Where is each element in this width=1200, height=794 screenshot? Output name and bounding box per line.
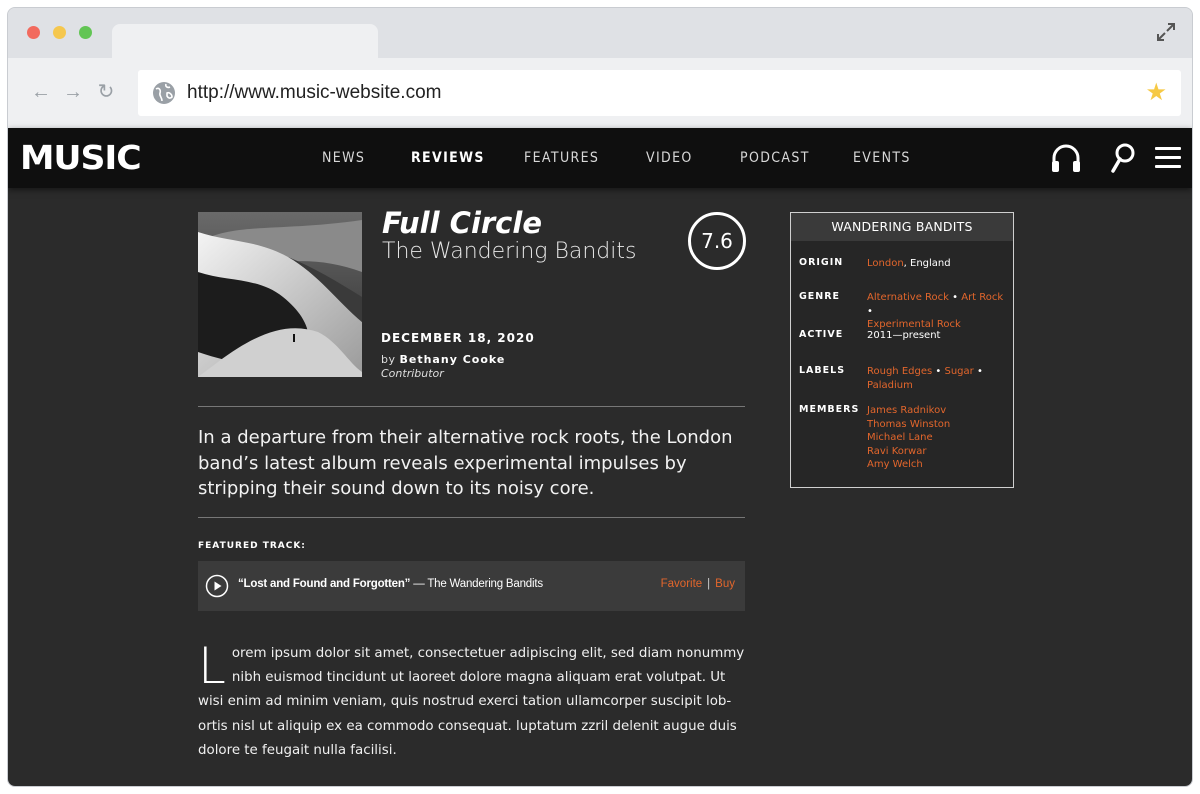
minimize-window-button[interactable] [53, 26, 66, 39]
globe-icon [153, 82, 175, 104]
actions-divider: | [707, 578, 711, 590]
bullet: • [976, 366, 983, 377]
review-body: Lorem ipsum dolor sit amet, consectetuer… [198, 637, 750, 763]
info-key: MEMBERS [799, 404, 860, 415]
headphones-icon[interactable] [1049, 141, 1083, 175]
drop-cap: L [198, 637, 226, 695]
member-link[interactable]: Ravi Korwar [867, 446, 926, 457]
album-title: Full Circle [382, 206, 542, 240]
body-paragraph: orem ipsum dolor sit amet, consectetuer … [198, 646, 745, 758]
info-key: GENRE [799, 291, 841, 302]
byline: by Bethany Cooke [381, 353, 505, 366]
album-artist[interactable]: The Wandering Bandits [382, 239, 636, 264]
genre-link[interactable]: Art Rock [961, 292, 1003, 303]
bullet: • [867, 305, 873, 317]
browser-toolbar: ← → ↻ http://www.music-website.com ★ [8, 58, 1192, 128]
bookmark-star-icon[interactable]: ★ [1145, 79, 1167, 107]
url-text[interactable]: http://www.music-website.com [187, 82, 441, 104]
zoom-window-button[interactable] [79, 26, 92, 39]
title-bar [8, 8, 1192, 58]
browser-window: ← → ↻ http://www.music-website.com ★ MUS… [7, 7, 1193, 787]
buy-link[interactable]: Buy [715, 578, 735, 590]
track-info: “Lost and Found and Forgotten” — The Wan… [238, 578, 543, 590]
expand-icon[interactable] [1156, 22, 1176, 42]
label-link[interactable]: Sugar [944, 366, 973, 377]
origin-link[interactable]: London [867, 258, 904, 269]
nav-features[interactable]: FEATURES [524, 150, 599, 166]
info-value: Rough Edges • Sugar • Paladium [867, 365, 1012, 392]
review-dek: In a departure from their alternative ro… [198, 427, 733, 499]
bullet: • [952, 292, 959, 303]
nav-events[interactable]: EVENTS [853, 150, 911, 166]
divider [198, 406, 745, 407]
nav-video[interactable]: VIDEO [646, 150, 693, 166]
featured-track-label: FEATURED TRACK: [198, 541, 306, 551]
label-link[interactable]: Paladium [867, 380, 913, 391]
search-icon[interactable] [1106, 141, 1140, 175]
member-link[interactable]: Michael Lane [867, 432, 933, 443]
site-logo[interactable]: MUSIC [20, 138, 142, 178]
site-header: MUSIC NEWS REVIEWS FEATURES VIDEO PODCAS… [8, 128, 1192, 188]
genre-link[interactable]: Alternative Rock [867, 292, 949, 303]
album-cover-image[interactable] [198, 212, 362, 377]
menu-icon[interactable] [1152, 141, 1186, 175]
author-role: Contributor [381, 367, 444, 380]
reload-button[interactable]: ↻ [95, 81, 117, 103]
forward-button[interactable]: → [62, 81, 84, 103]
info-value: James Radnikov Thomas Winston Michael Lane… [867, 404, 1012, 472]
band-infobox: WANDERING BANDITS ORIGIN London, England… [790, 212, 1014, 488]
nav-reviews[interactable]: REVIEWS [411, 150, 485, 166]
divider [198, 517, 745, 518]
close-window-button[interactable] [27, 26, 40, 39]
track-artist: The Wandering Bandits [427, 578, 543, 590]
author-name[interactable]: Bethany Cooke [400, 353, 506, 366]
info-key: ORIGIN [799, 257, 844, 268]
member-link[interactable]: Amy Welch [867, 459, 923, 470]
infobox-title: WANDERING BANDITS [791, 213, 1013, 241]
byline-prefix: by [381, 353, 396, 366]
browser-tab[interactable] [112, 24, 378, 58]
member-link[interactable]: James Radnikov [867, 405, 946, 416]
member-link[interactable]: Thomas Winston [867, 419, 950, 430]
track-separator: — [413, 578, 425, 590]
review-date: DECEMBER 18, 2020 [381, 331, 535, 345]
nav-podcast[interactable]: PODCAST [740, 150, 810, 166]
play-icon[interactable] [205, 574, 229, 598]
track-actions: Favorite | Buy [661, 578, 735, 590]
website: MUSIC NEWS REVIEWS FEATURES VIDEO PODCAS… [8, 128, 1192, 786]
back-button[interactable]: ← [30, 81, 52, 103]
info-key: ACTIVE [799, 329, 844, 340]
info-value: London, England [867, 257, 1012, 271]
bullet: • [935, 366, 942, 377]
info-value: Alternative Rock • Art Rock • Experimenta… [867, 291, 1012, 332]
origin-rest: , England [903, 258, 951, 269]
review-score: 7.6 [688, 212, 746, 270]
favorite-link[interactable]: Favorite [661, 578, 703, 590]
label-link[interactable]: Rough Edges [867, 366, 932, 377]
info-value: 2011—present [867, 330, 941, 341]
featured-track-player: “Lost and Found and Forgotten” — The Wan… [198, 561, 745, 611]
track-title: “Lost and Found and Forgotten” [238, 578, 411, 590]
address-bar[interactable]: http://www.music-website.com ★ [138, 70, 1181, 116]
nav-news[interactable]: NEWS [322, 150, 365, 166]
info-key: LABELS [799, 365, 846, 376]
